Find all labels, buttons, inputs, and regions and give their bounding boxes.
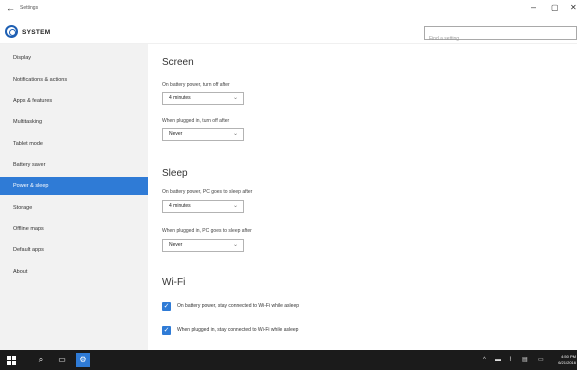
app-title: Settings — [20, 5, 39, 11]
clock[interactable]: 4:50 PM 6/21/2016 — [556, 354, 576, 366]
search-box[interactable] — [424, 26, 577, 45]
keyboard-icon[interactable]: ▤ — [522, 350, 528, 370]
action-center-icon[interactable]: ▭ — [538, 350, 544, 370]
chevron-down-icon: ⌄ — [232, 95, 238, 101]
sleep-plugged-dropdown[interactable]: Never ⌄ — [162, 239, 244, 252]
wifi-battery-checkbox-label: On battery power, stay connected to Wi-F… — [177, 303, 300, 309]
chevron-down-icon: ⌄ — [232, 131, 238, 137]
sidebar: Display Notifications & actions Apps & f… — [0, 44, 148, 350]
settings-app-icon[interactable]: ⚙ — [76, 353, 90, 367]
gear-icon — [5, 25, 18, 38]
sidebar-item-power-sleep[interactable]: Power & sleep — [0, 177, 148, 195]
chevron-down-icon: ⌄ — [232, 242, 238, 248]
start-button[interactable] — [7, 350, 17, 370]
sidebar-item-about[interactable]: About — [0, 263, 148, 281]
sidebar-item-battery-saver[interactable]: Battery saver — [0, 156, 148, 174]
wifi-battery-checkbox[interactable]: ✓ — [162, 301, 171, 311]
wifi-plugged-checkbox-row[interactable]: ✓ When plugged in, stay connected to Wi-… — [162, 325, 298, 335]
sleep-plugged-value: Never — [169, 242, 183, 248]
sleep-battery-value: 4 minutes — [169, 203, 191, 209]
search-icon[interactable]: ⌕ — [36, 350, 46, 370]
screen-plugged-label: When plugged in, turn off after — [162, 118, 230, 124]
sleep-plugged-label: When plugged in, PC goes to sleep after — [162, 228, 252, 234]
sidebar-item-apps-features[interactable]: Apps & features — [0, 92, 148, 110]
clock-date: 6/21/2016 — [558, 360, 576, 365]
main-content: Screen On battery power, turn off after … — [148, 44, 577, 350]
tray-overflow-icon[interactable]: ^ — [483, 350, 486, 370]
sidebar-item-notifications[interactable]: Notifications & actions — [0, 71, 148, 89]
settings-header: SYSTEM — [0, 20, 577, 45]
windows-logo-icon — [7, 356, 11, 360]
sleep-battery-label: On battery power, PC goes to sleep after — [162, 189, 253, 195]
wifi-plugged-checkbox[interactable]: ✓ — [162, 325, 171, 335]
sidebar-item-default-apps[interactable]: Default apps — [0, 241, 148, 259]
maximize-button[interactable]: ▢ — [551, 3, 559, 12]
sidebar-item-storage[interactable]: Storage — [0, 199, 148, 217]
chevron-down-icon: ⌄ — [232, 203, 238, 209]
sidebar-item-tablet-mode[interactable]: Tablet mode — [0, 135, 148, 153]
wifi-battery-checkbox-row[interactable]: ✓ On battery power, stay connected to Wi… — [162, 301, 299, 311]
wifi-icon[interactable]: ⌇ — [509, 350, 512, 370]
back-arrow-icon[interactable]: ← — [6, 3, 15, 13]
taskbar: ⌕ ▭ ⚙ ^ ▬ ⌇ ▤ ▭ 4:50 PM 6/21/2016 — [0, 350, 577, 370]
sidebar-item-display[interactable]: Display — [0, 49, 148, 67]
battery-icon[interactable]: ▬ — [495, 350, 501, 370]
wifi-plugged-checkbox-label: When plugged in, stay connected to Wi-Fi… — [177, 327, 299, 333]
sleep-battery-dropdown[interactable]: 4 minutes ⌄ — [162, 200, 244, 213]
sidebar-item-multitasking[interactable]: Multitasking — [0, 113, 148, 131]
section-title: SYSTEM — [22, 29, 51, 36]
wifi-heading: Wi-Fi — [162, 277, 186, 288]
screen-battery-value: 4 minutes — [169, 95, 191, 101]
screen-plugged-value: Never — [169, 131, 183, 137]
close-button[interactable]: ✕ — [570, 3, 577, 12]
screen-battery-dropdown[interactable]: 4 minutes ⌄ — [162, 92, 244, 105]
screen-heading: Screen — [162, 57, 194, 68]
screen-plugged-dropdown[interactable]: Never ⌄ — [162, 128, 244, 141]
task-view-icon[interactable]: ▭ — [57, 350, 67, 370]
minimize-button[interactable]: – — [531, 2, 536, 12]
screen-battery-label: On battery power, turn off after — [162, 82, 230, 88]
sidebar-item-offline-maps[interactable]: Offline maps — [0, 220, 148, 238]
title-bar: ← Settings – ▢ ✕ — [0, 0, 577, 20]
sleep-heading: Sleep — [162, 168, 188, 179]
